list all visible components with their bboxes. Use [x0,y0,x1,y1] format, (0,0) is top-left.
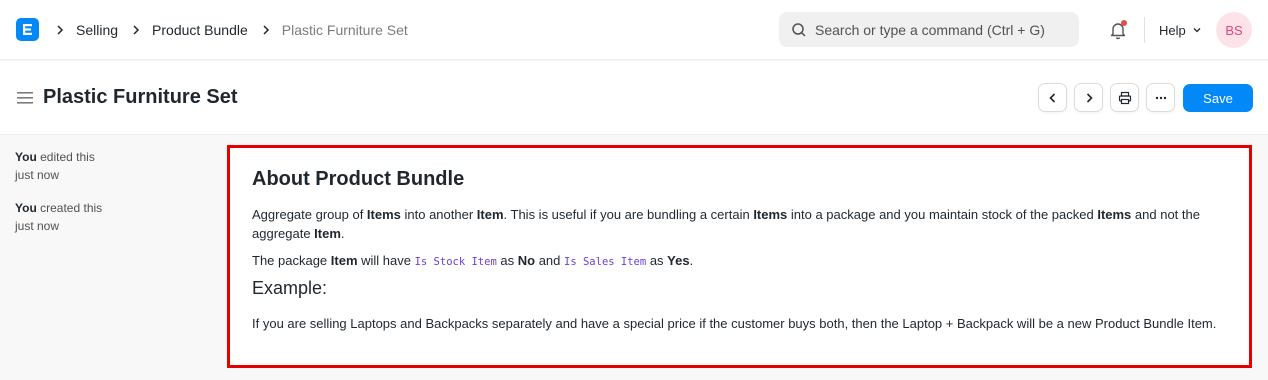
text: . [689,253,694,268]
more-options-button[interactable] [1146,83,1175,112]
help-dropdown[interactable]: Help [1159,0,1202,60]
timeline-item: You edited this just now [15,148,195,184]
chevron-right-icon [133,25,140,35]
bold-text: Items [1097,207,1132,222]
timeline-action: created this [40,201,103,215]
search-input[interactable] [815,21,1065,38]
search-bar[interactable] [779,12,1079,47]
notification-dot [1121,20,1127,26]
print-button[interactable] [1110,83,1139,112]
breadcrumb-current[interactable]: Plastic Furniture Set [282,22,408,38]
text: The package [252,253,331,268]
printer-icon [1118,91,1131,104]
breadcrumb-selling[interactable]: Selling [76,22,118,38]
more-horizontal-icon [1155,96,1166,99]
timeline-time: just now [15,168,60,182]
chevron-right-icon [263,25,269,35]
about-product-bundle-section: About Product Bundle Aggregate group of … [227,145,1252,368]
bold-text: Item [314,226,341,241]
chevron-down-icon [1193,28,1201,33]
text: . [340,226,345,241]
help-label: Help [1159,22,1186,38]
divider [1144,17,1145,43]
hamburger-menu-icon[interactable] [17,91,33,105]
bold-text: Yes [667,253,690,268]
example-paragraph: If you are selling Laptops and Backpacks… [252,316,1217,331]
text: will have [357,253,415,268]
package-paragraph: The package Item will have Is Stock Item… [252,251,1222,272]
text: as [496,253,518,268]
text: into a package and you maintain stock of… [787,207,1098,222]
section-heading: About Product Bundle [252,168,465,190]
timeline-actor: You [15,201,37,215]
app-logo-icon[interactable] [16,18,39,41]
bold-text: Items [366,207,401,222]
text: as [646,253,668,268]
timeline-item: You created this just now [15,199,195,235]
code-text: Is Sales Item [564,256,647,268]
chevron-left-icon [1048,92,1055,103]
search-icon [792,22,806,37]
save-button[interactable]: Save [1183,84,1253,112]
timeline-action: edited this [40,150,95,164]
breadcrumb-product-bundle[interactable]: Product Bundle [152,22,248,38]
bold-text: Item [476,207,504,222]
activity-timeline: You edited this just now You created thi… [15,148,195,250]
bold-text: Item [330,253,358,268]
avatar[interactable]: BS [1216,12,1252,48]
previous-doc-button[interactable] [1038,83,1067,112]
page-title: Plastic Furniture Set [43,86,238,108]
page-head: Plastic Furniture Set Save [0,61,1268,135]
breadcrumb: Selling Product Bundle Plastic Furniture… [52,0,408,60]
navbar: Selling Product Bundle Plastic Furniture… [0,0,1268,60]
text: and [535,253,565,268]
text: Aggregate group of [252,207,367,222]
text: . This is useful if you are bundling a c… [503,207,754,222]
timeline-time: just now [15,219,60,233]
text: into another [400,207,477,222]
code-text: Is Stock Item [414,256,497,268]
bold-text: No [517,253,536,268]
description-paragraph: Aggregate group of Items into another It… [252,205,1222,243]
example-heading: Example: [252,278,328,298]
timeline-actor: You [15,150,37,164]
bold-text: Items [753,207,788,222]
chevron-right-icon [57,25,64,35]
chevron-right-icon [1086,92,1093,103]
next-doc-button[interactable] [1074,83,1103,112]
